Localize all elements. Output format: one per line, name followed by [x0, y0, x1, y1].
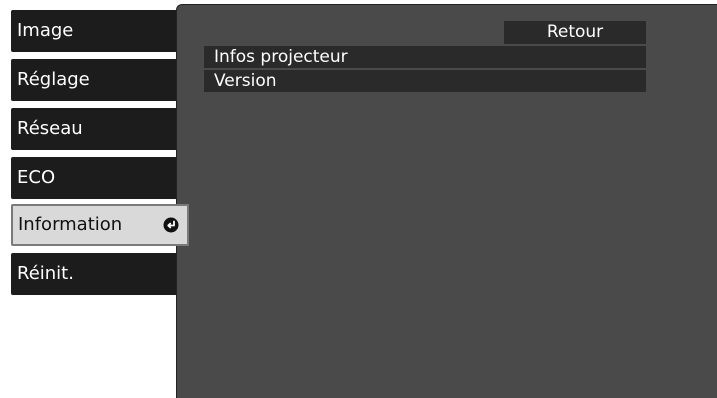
menu-item-label: Information — [18, 214, 123, 235]
menu-item-information[interactable]: Information — [11, 204, 189, 246]
menu-item-reglage[interactable]: Réglage — [11, 59, 185, 101]
back-button[interactable]: Retour — [504, 21, 646, 44]
menu-item-reinit[interactable]: Réinit. — [11, 253, 185, 295]
menu-item-label: ECO — [17, 167, 56, 188]
menu-item-label: Réglage — [17, 69, 90, 90]
submenu-item-label: Infos projecteur — [214, 47, 348, 67]
submenu-item-version[interactable]: Version — [204, 70, 646, 92]
menu-item-image[interactable]: Image — [11, 10, 185, 52]
submenu-item-infos-projecteur[interactable]: Infos projecteur — [204, 46, 646, 68]
menu-item-label: Réseau — [17, 118, 83, 139]
submenu-item-label: Version — [214, 71, 277, 91]
menu-item-label: Image — [17, 20, 74, 41]
enter-arrow-icon — [163, 217, 179, 233]
menu-item-label: Réinit. — [17, 263, 74, 284]
menu-item-eco[interactable]: ECO — [11, 157, 185, 199]
menu-item-reseau[interactable]: Réseau — [11, 108, 185, 150]
